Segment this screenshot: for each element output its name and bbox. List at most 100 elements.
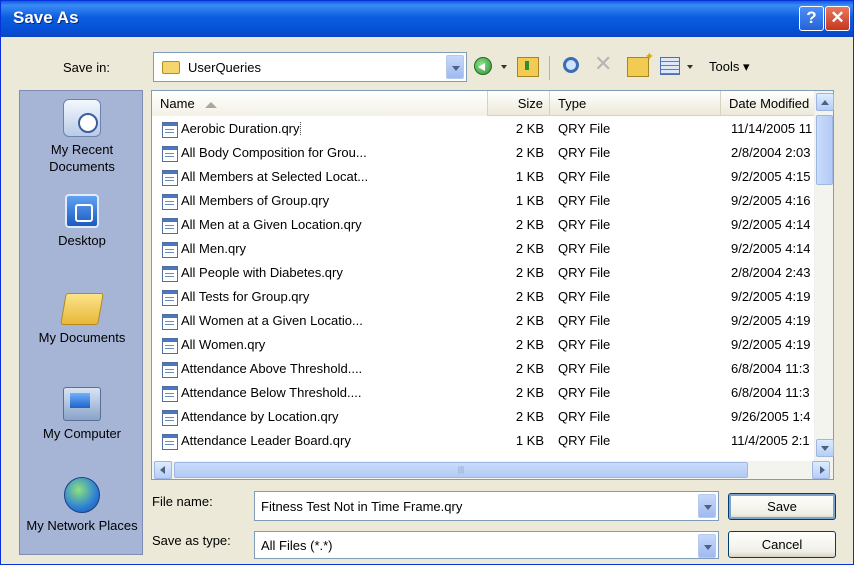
file-row[interactable]: All Women at a Given Locatio... 2 KB QRY… bbox=[152, 310, 814, 334]
chevron-down-icon[interactable] bbox=[698, 494, 716, 518]
vertical-scrollbar[interactable] bbox=[814, 91, 834, 461]
views-dropdown-icon[interactable] bbox=[687, 65, 693, 69]
file-row[interactable]: All Tests for Group.qry 2 KB QRY File 9/… bbox=[152, 286, 814, 310]
vertical-scroll-thumb[interactable] bbox=[816, 115, 833, 185]
query-file-icon bbox=[162, 170, 178, 186]
file-name: All Men.qry bbox=[181, 241, 247, 256]
file-row[interactable]: Attendance by Location.qry 2 KB QRY File… bbox=[152, 406, 814, 430]
back-history-dropdown-icon[interactable] bbox=[501, 65, 507, 69]
file-name: Attendance Below Threshold.... bbox=[181, 385, 362, 400]
file-type: QRY File bbox=[558, 313, 611, 328]
file-row[interactable]: All Members at Selected Locat... 1 KB QR… bbox=[152, 166, 814, 190]
file-date: 2/8/2004 2:43 bbox=[731, 265, 811, 280]
column-name-header[interactable]: Name bbox=[152, 91, 488, 116]
column-type-label: Type bbox=[558, 96, 587, 111]
place-my-computer[interactable]: My Computer bbox=[20, 387, 144, 442]
chevron-down-icon[interactable] bbox=[698, 534, 716, 558]
save-in-dropdown[interactable]: UserQueries bbox=[153, 52, 467, 82]
title-bar[interactable]: Save As ? ✕ bbox=[1, 1, 853, 37]
file-size: 2 KB bbox=[515, 385, 544, 400]
file-name-field[interactable] bbox=[254, 491, 719, 521]
place-desktop[interactable]: Desktop bbox=[20, 194, 144, 249]
query-file-icon bbox=[162, 434, 178, 450]
query-file-icon bbox=[162, 386, 178, 402]
column-name-label: Name bbox=[160, 96, 195, 111]
help-button[interactable]: ? bbox=[799, 6, 824, 31]
file-name: All Tests for Group.qry bbox=[181, 289, 310, 304]
back-icon[interactable] bbox=[474, 57, 492, 75]
file-row[interactable]: All Women.qry 2 KB QRY File 9/2/2005 4:1… bbox=[152, 334, 814, 358]
column-date-label: Date Modified bbox=[729, 96, 810, 111]
new-folder-icon[interactable] bbox=[627, 50, 654, 77]
horizontal-scrollbar[interactable]: ||| bbox=[152, 461, 833, 479]
file-row[interactable]: All Members of Group.qry 1 KB QRY File 9… bbox=[152, 190, 814, 214]
file-size: 2 KB bbox=[515, 289, 544, 304]
search-web-icon[interactable] bbox=[563, 57, 579, 73]
file-date: 9/2/2005 4:14 bbox=[731, 241, 811, 256]
column-type-header[interactable]: Type bbox=[550, 91, 721, 116]
save-as-type-dropdown[interactable]: All Files (*.*) bbox=[254, 531, 719, 559]
desktop-icon bbox=[65, 194, 99, 228]
file-type: QRY File bbox=[558, 337, 611, 352]
file-name: All Men at a Given Location.qry bbox=[181, 217, 362, 232]
file-row[interactable]: Aerobic Duration.qry 2 KB QRY File 11/14… bbox=[152, 118, 814, 142]
file-type: QRY File bbox=[558, 193, 611, 208]
file-date: 9/2/2005 4:19 bbox=[731, 313, 811, 328]
save-as-dialog: Save As ? ✕ Save in: UserQueries ✕ Tools… bbox=[0, 0, 854, 565]
scroll-left-icon[interactable] bbox=[154, 461, 172, 479]
query-file-icon bbox=[162, 362, 178, 378]
file-type: QRY File bbox=[558, 169, 611, 184]
file-date: 9/2/2005 4:19 bbox=[731, 337, 811, 352]
save-button[interactable]: Save bbox=[728, 493, 836, 520]
file-row[interactable]: Attendance Below Threshold.... 2 KB QRY … bbox=[152, 382, 814, 406]
query-file-icon bbox=[162, 338, 178, 354]
place-my-documents[interactable]: My Documents bbox=[20, 293, 144, 346]
file-type: QRY File bbox=[558, 241, 611, 256]
file-name: Attendance by Location.qry bbox=[181, 409, 339, 424]
file-type: QRY File bbox=[558, 433, 611, 448]
file-row[interactable]: Attendance Above Threshold.... 2 KB QRY … bbox=[152, 358, 814, 382]
file-size: 2 KB bbox=[515, 241, 544, 256]
save-in-value: UserQueries bbox=[188, 60, 261, 75]
file-name: All People with Diabetes.qry bbox=[181, 265, 343, 280]
query-file-icon bbox=[162, 290, 178, 306]
file-row[interactable]: All People with Diabetes.qry 2 KB QRY Fi… bbox=[152, 262, 814, 286]
file-type: QRY File bbox=[558, 145, 611, 160]
place-label: My Network Places bbox=[26, 518, 138, 533]
file-name-input[interactable] bbox=[259, 496, 689, 516]
file-date: 9/2/2005 4:19 bbox=[731, 289, 811, 304]
views-menu-icon[interactable] bbox=[660, 57, 680, 75]
close-button[interactable]: ✕ bbox=[825, 6, 850, 31]
file-name: All Body Composition for Grou... bbox=[181, 145, 367, 160]
file-size: 1 KB bbox=[515, 433, 544, 448]
file-name: All Members at Selected Locat... bbox=[181, 169, 369, 184]
chevron-down-icon[interactable] bbox=[446, 55, 464, 79]
place-my-recent-documents[interactable]: My Recent Documents bbox=[20, 99, 144, 175]
file-date: 11/4/2005 2:1 bbox=[731, 433, 810, 448]
scroll-up-icon[interactable] bbox=[816, 93, 834, 111]
column-date-header[interactable]: Date Modified bbox=[721, 91, 814, 116]
file-row[interactable]: All Men at a Given Location.qry 2 KB QRY… bbox=[152, 214, 814, 238]
scroll-right-icon[interactable] bbox=[812, 461, 830, 479]
file-size: 2 KB bbox=[515, 313, 544, 328]
horizontal-scroll-thumb[interactable]: ||| bbox=[174, 462, 748, 478]
tools-menu[interactable]: Tools ▾ bbox=[709, 59, 750, 75]
sort-ascending-icon bbox=[204, 101, 217, 108]
up-one-level-icon[interactable] bbox=[517, 57, 539, 77]
file-size: 2 KB bbox=[515, 337, 544, 352]
file-row[interactable]: All Body Composition for Grou... 2 KB QR… bbox=[152, 142, 814, 166]
file-size: 2 KB bbox=[515, 145, 544, 160]
cancel-button[interactable]: Cancel bbox=[728, 531, 836, 558]
file-date: 2/8/2004 2:03 bbox=[731, 145, 811, 160]
place-my-network-places[interactable]: My Network Places bbox=[20, 477, 144, 534]
scroll-down-icon[interactable] bbox=[816, 439, 834, 457]
column-size-header[interactable]: Size bbox=[488, 91, 550, 116]
file-list[interactable]: Name Size Type Date Modified Aerobic Dur… bbox=[151, 90, 834, 480]
file-name: All Women at a Given Locatio... bbox=[181, 313, 363, 328]
file-name: All Women.qry bbox=[181, 337, 266, 352]
place-label: My Recent Documents bbox=[49, 142, 115, 174]
file-size: 2 KB bbox=[515, 409, 544, 424]
delete-icon[interactable]: ✕ bbox=[594, 51, 616, 76]
file-row[interactable]: Attendance Leader Board.qry 1 KB QRY Fil… bbox=[152, 430, 814, 454]
file-row[interactable]: All Men.qry 2 KB QRY File 9/2/2005 4:14 bbox=[152, 238, 814, 262]
